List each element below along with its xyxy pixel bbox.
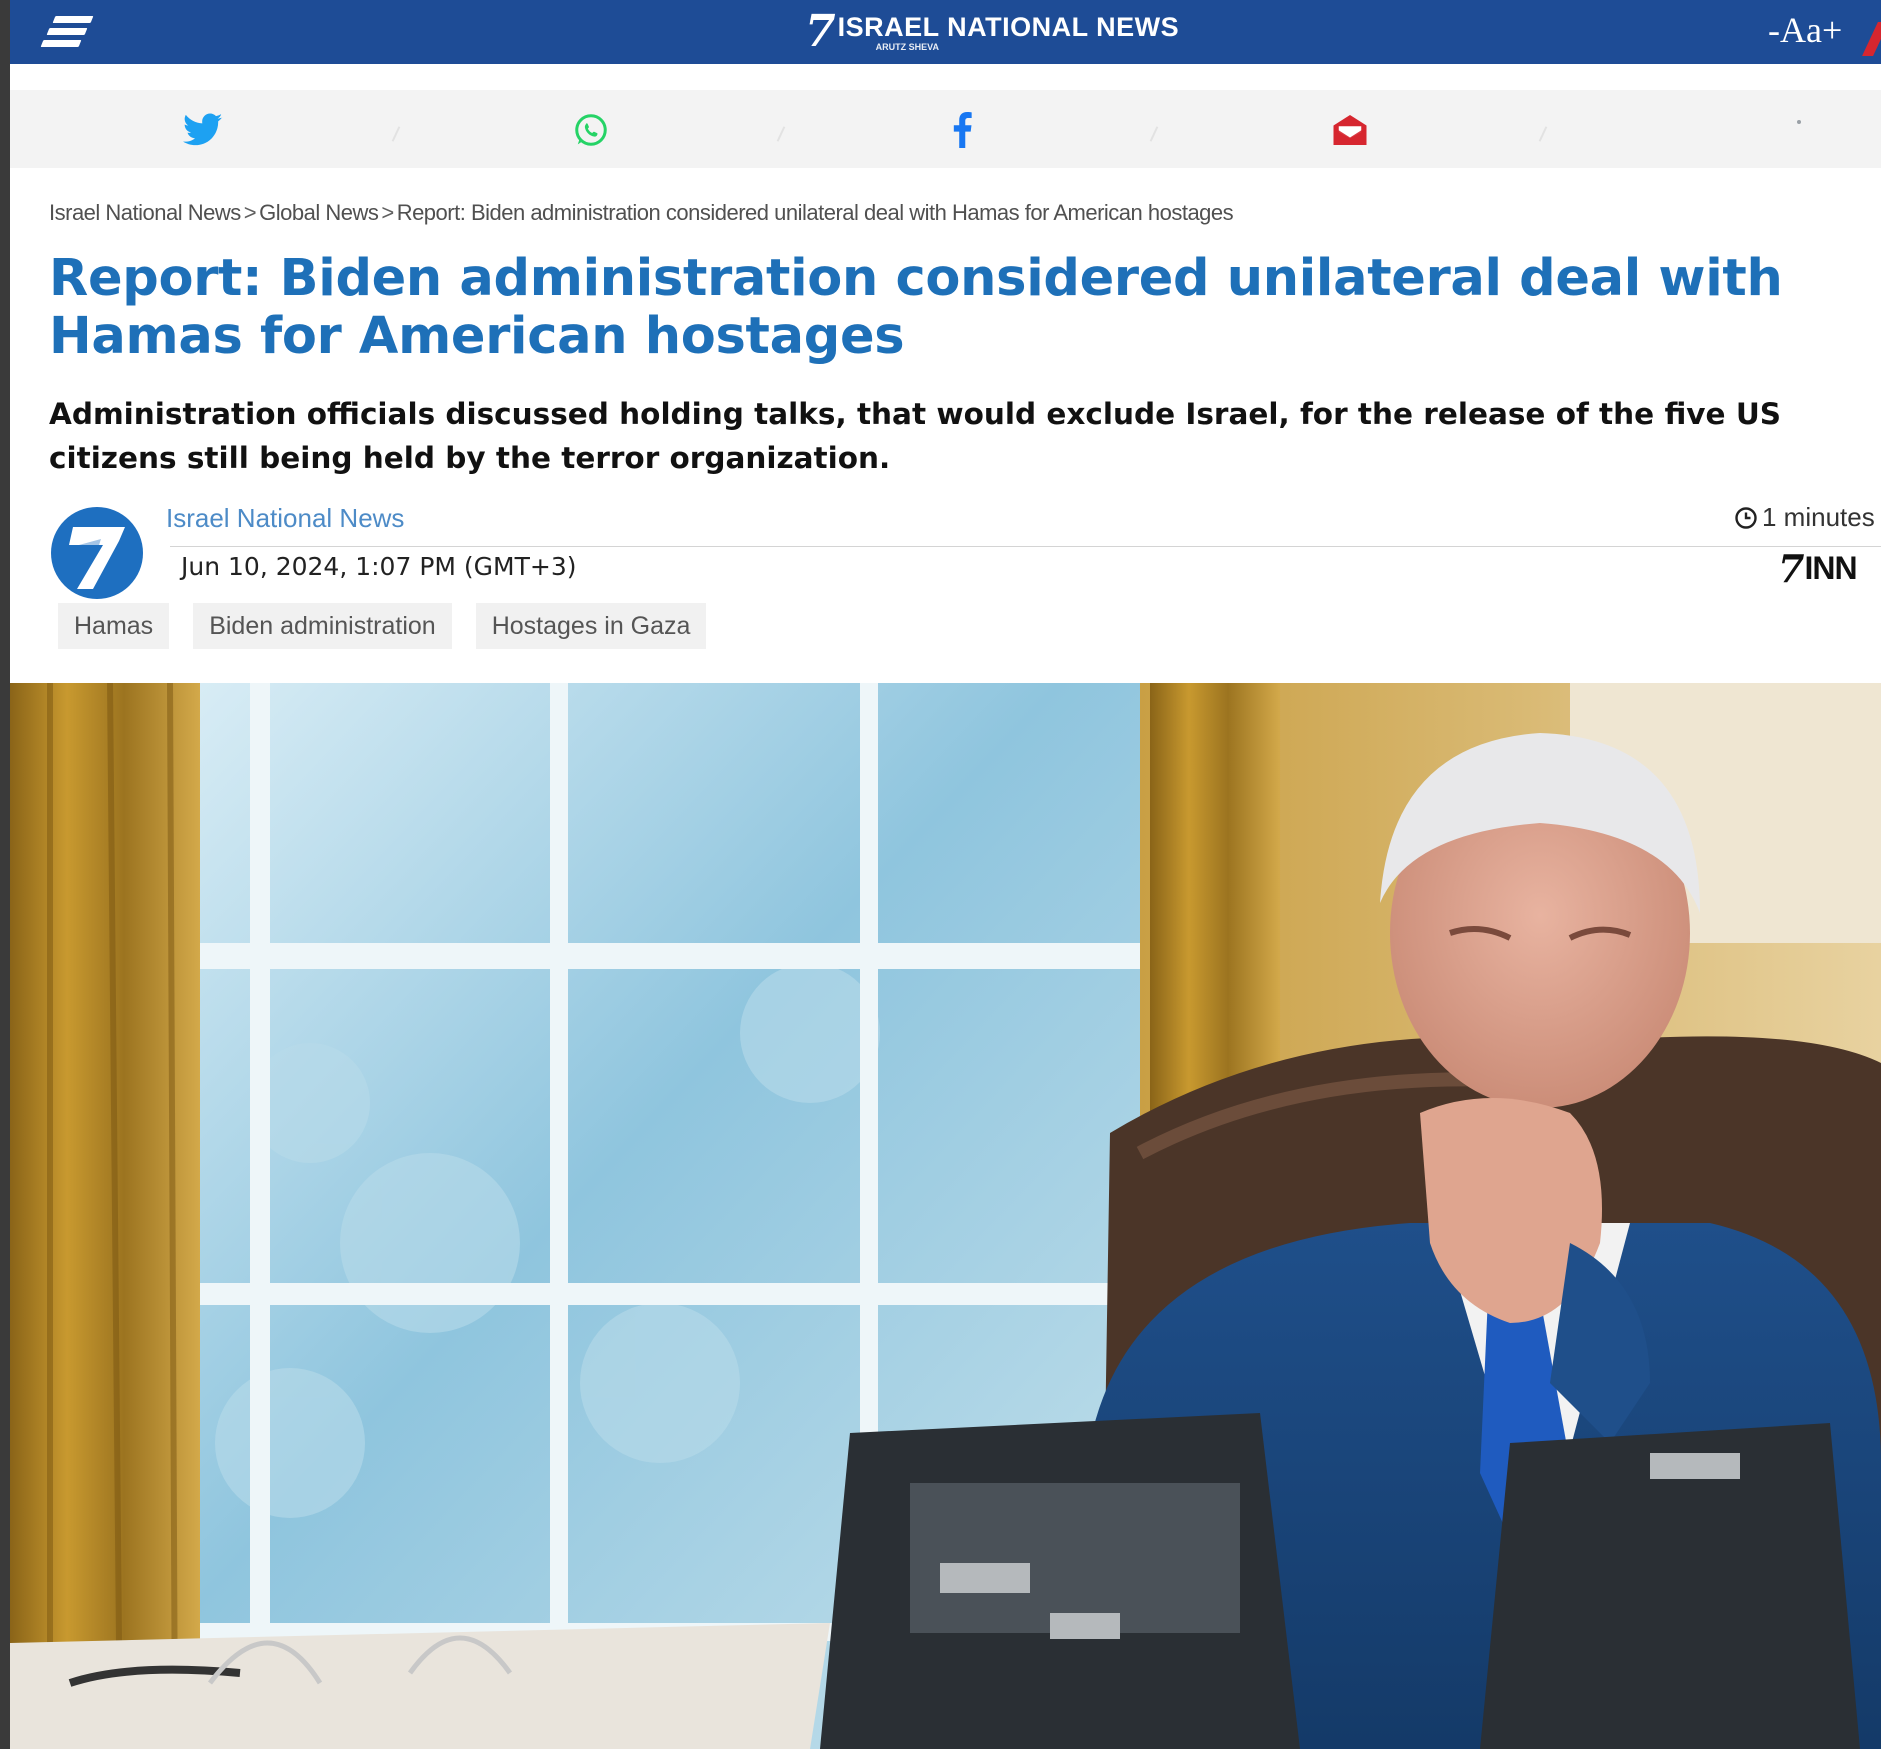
- inn-seven-mark: 7: [1778, 546, 1805, 591]
- meta-divider: [170, 546, 1881, 547]
- breadcrumb-separator: >: [243, 200, 257, 225]
- breadcrumb-separator: >: [381, 200, 394, 225]
- page: 7 ISRAEL NATIONAL NEWS ARUTZ SHEVA -Aa+: [10, 0, 1881, 1749]
- site-logo[interactable]: 7 ISRAEL NATIONAL NEWS ARUTZ SHEVA: [805, 8, 1179, 56]
- font-size-control[interactable]: -Aa+: [1768, 8, 1842, 52]
- read-time: 1 minutes: [1734, 502, 1875, 533]
- share-bar: [10, 90, 1881, 168]
- hamburger-menu-icon[interactable]: [38, 12, 98, 52]
- article-headline: Report: Biden administration considered …: [49, 249, 1783, 366]
- article-hero-photo[interactable]: [10, 683, 1881, 1749]
- publish-date: Jun 10, 2024, 1:07 PM (GMT+3): [181, 552, 577, 581]
- email-icon[interactable]: [1328, 108, 1372, 152]
- tag-hamas[interactable]: Hamas: [58, 603, 170, 649]
- breadcrumb-global-news[interactable]: Global News: [259, 200, 379, 225]
- read-time-label: 1 minutes: [1762, 502, 1875, 532]
- author-avatar[interactable]: [49, 505, 145, 601]
- whatsapp-icon[interactable]: [569, 108, 613, 152]
- tag-biden-administration[interactable]: Biden administration: [193, 603, 452, 649]
- breadcrumb-current: Report: Biden administration considered …: [396, 200, 1234, 225]
- breadcrumb-home[interactable]: Israel National News: [49, 200, 241, 225]
- clock-icon: [1735, 506, 1757, 529]
- facebook-icon[interactable]: [940, 108, 984, 152]
- logo-title: ISRAEL NATIONAL NEWS: [837, 12, 1180, 42]
- author-name[interactable]: Israel National News: [166, 503, 404, 534]
- article-subheadline: Administration officials discussed holdi…: [49, 397, 1782, 475]
- logo-subtitle: ARUTZ SHEVA: [875, 42, 939, 52]
- tag-hostages-in-gaza[interactable]: Hostages in Gaza: [475, 603, 707, 649]
- red-accent-tab[interactable]: [1862, 22, 1881, 56]
- breadcrumb: Israel National News > Global News > Report:…: [49, 200, 1234, 226]
- inn-source-logo: 7 INN: [1778, 546, 1858, 591]
- tag-list: Hamas Biden administration Hostages in G…: [58, 603, 707, 649]
- top-nav-bar: 7 ISRAEL NATIONAL NEWS ARUTZ SHEVA -Aa+: [10, 0, 1881, 64]
- more-share-dot[interactable]: [1797, 120, 1801, 124]
- logo-seven-mark: 7: [805, 6, 836, 57]
- inn-logo-text: INN: [1804, 550, 1857, 586]
- twitter-icon[interactable]: [181, 108, 225, 152]
